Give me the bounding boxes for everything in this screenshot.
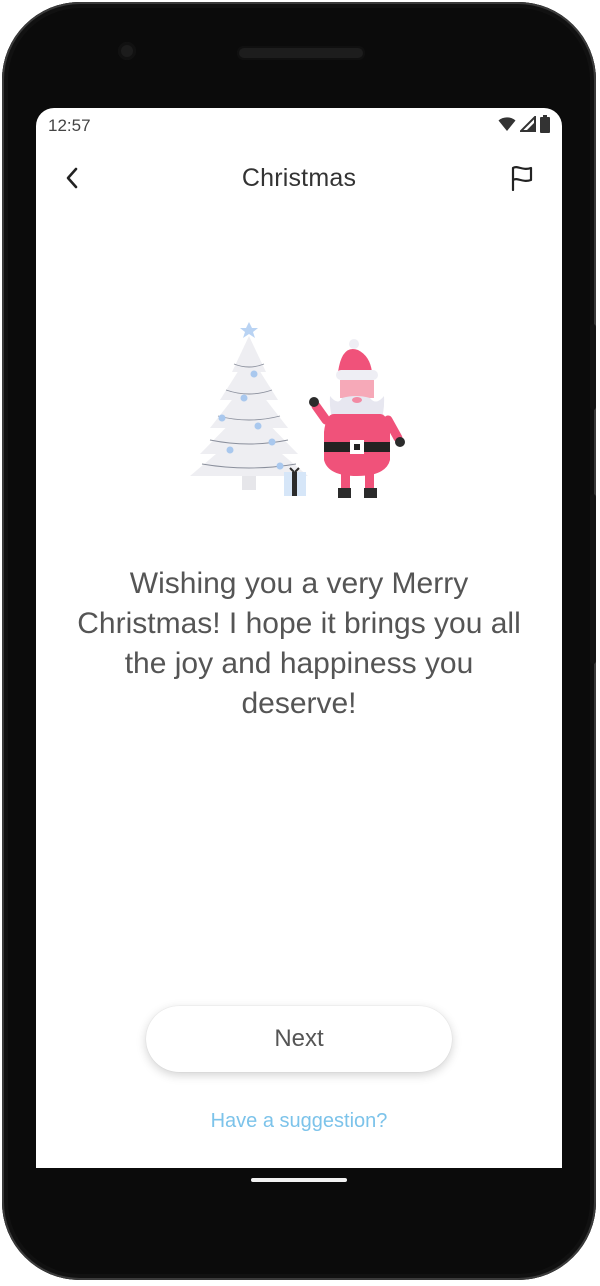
next-button[interactable]: Next — [146, 1006, 452, 1072]
gift-box — [284, 467, 306, 496]
screen: 12:57 Christmas Wishing you a very Merry… — [36, 108, 562, 1168]
status-icons — [498, 115, 550, 133]
greeting-message: Wishing you a very Merry Christmas! I ho… — [77, 567, 521, 720]
volume-button — [590, 494, 596, 664]
wifi-icon — [498, 117, 516, 131]
flag-icon — [511, 166, 533, 191]
front-camera — [118, 42, 136, 60]
suggestion-link[interactable]: Have a suggestion? — [36, 1110, 562, 1133]
status-bar: 12:57 — [36, 108, 562, 142]
christmas-tree — [190, 322, 308, 490]
phone-frame: 12:57 Christmas Wishing you a very Merry… — [2, 2, 596, 1280]
power-button — [590, 324, 596, 410]
santa-claus — [309, 339, 405, 498]
earpiece-speaker — [237, 46, 365, 60]
app-bar: Christmas — [36, 154, 562, 202]
status-time: 12:57 — [48, 116, 91, 135]
signal-icon — [520, 116, 536, 132]
battery-icon — [540, 115, 550, 133]
page-title: Christmas — [241, 164, 357, 192]
report-button[interactable] — [504, 160, 540, 196]
christmas-illustration — [190, 322, 405, 498]
home-indicator[interactable] — [251, 1178, 347, 1182]
